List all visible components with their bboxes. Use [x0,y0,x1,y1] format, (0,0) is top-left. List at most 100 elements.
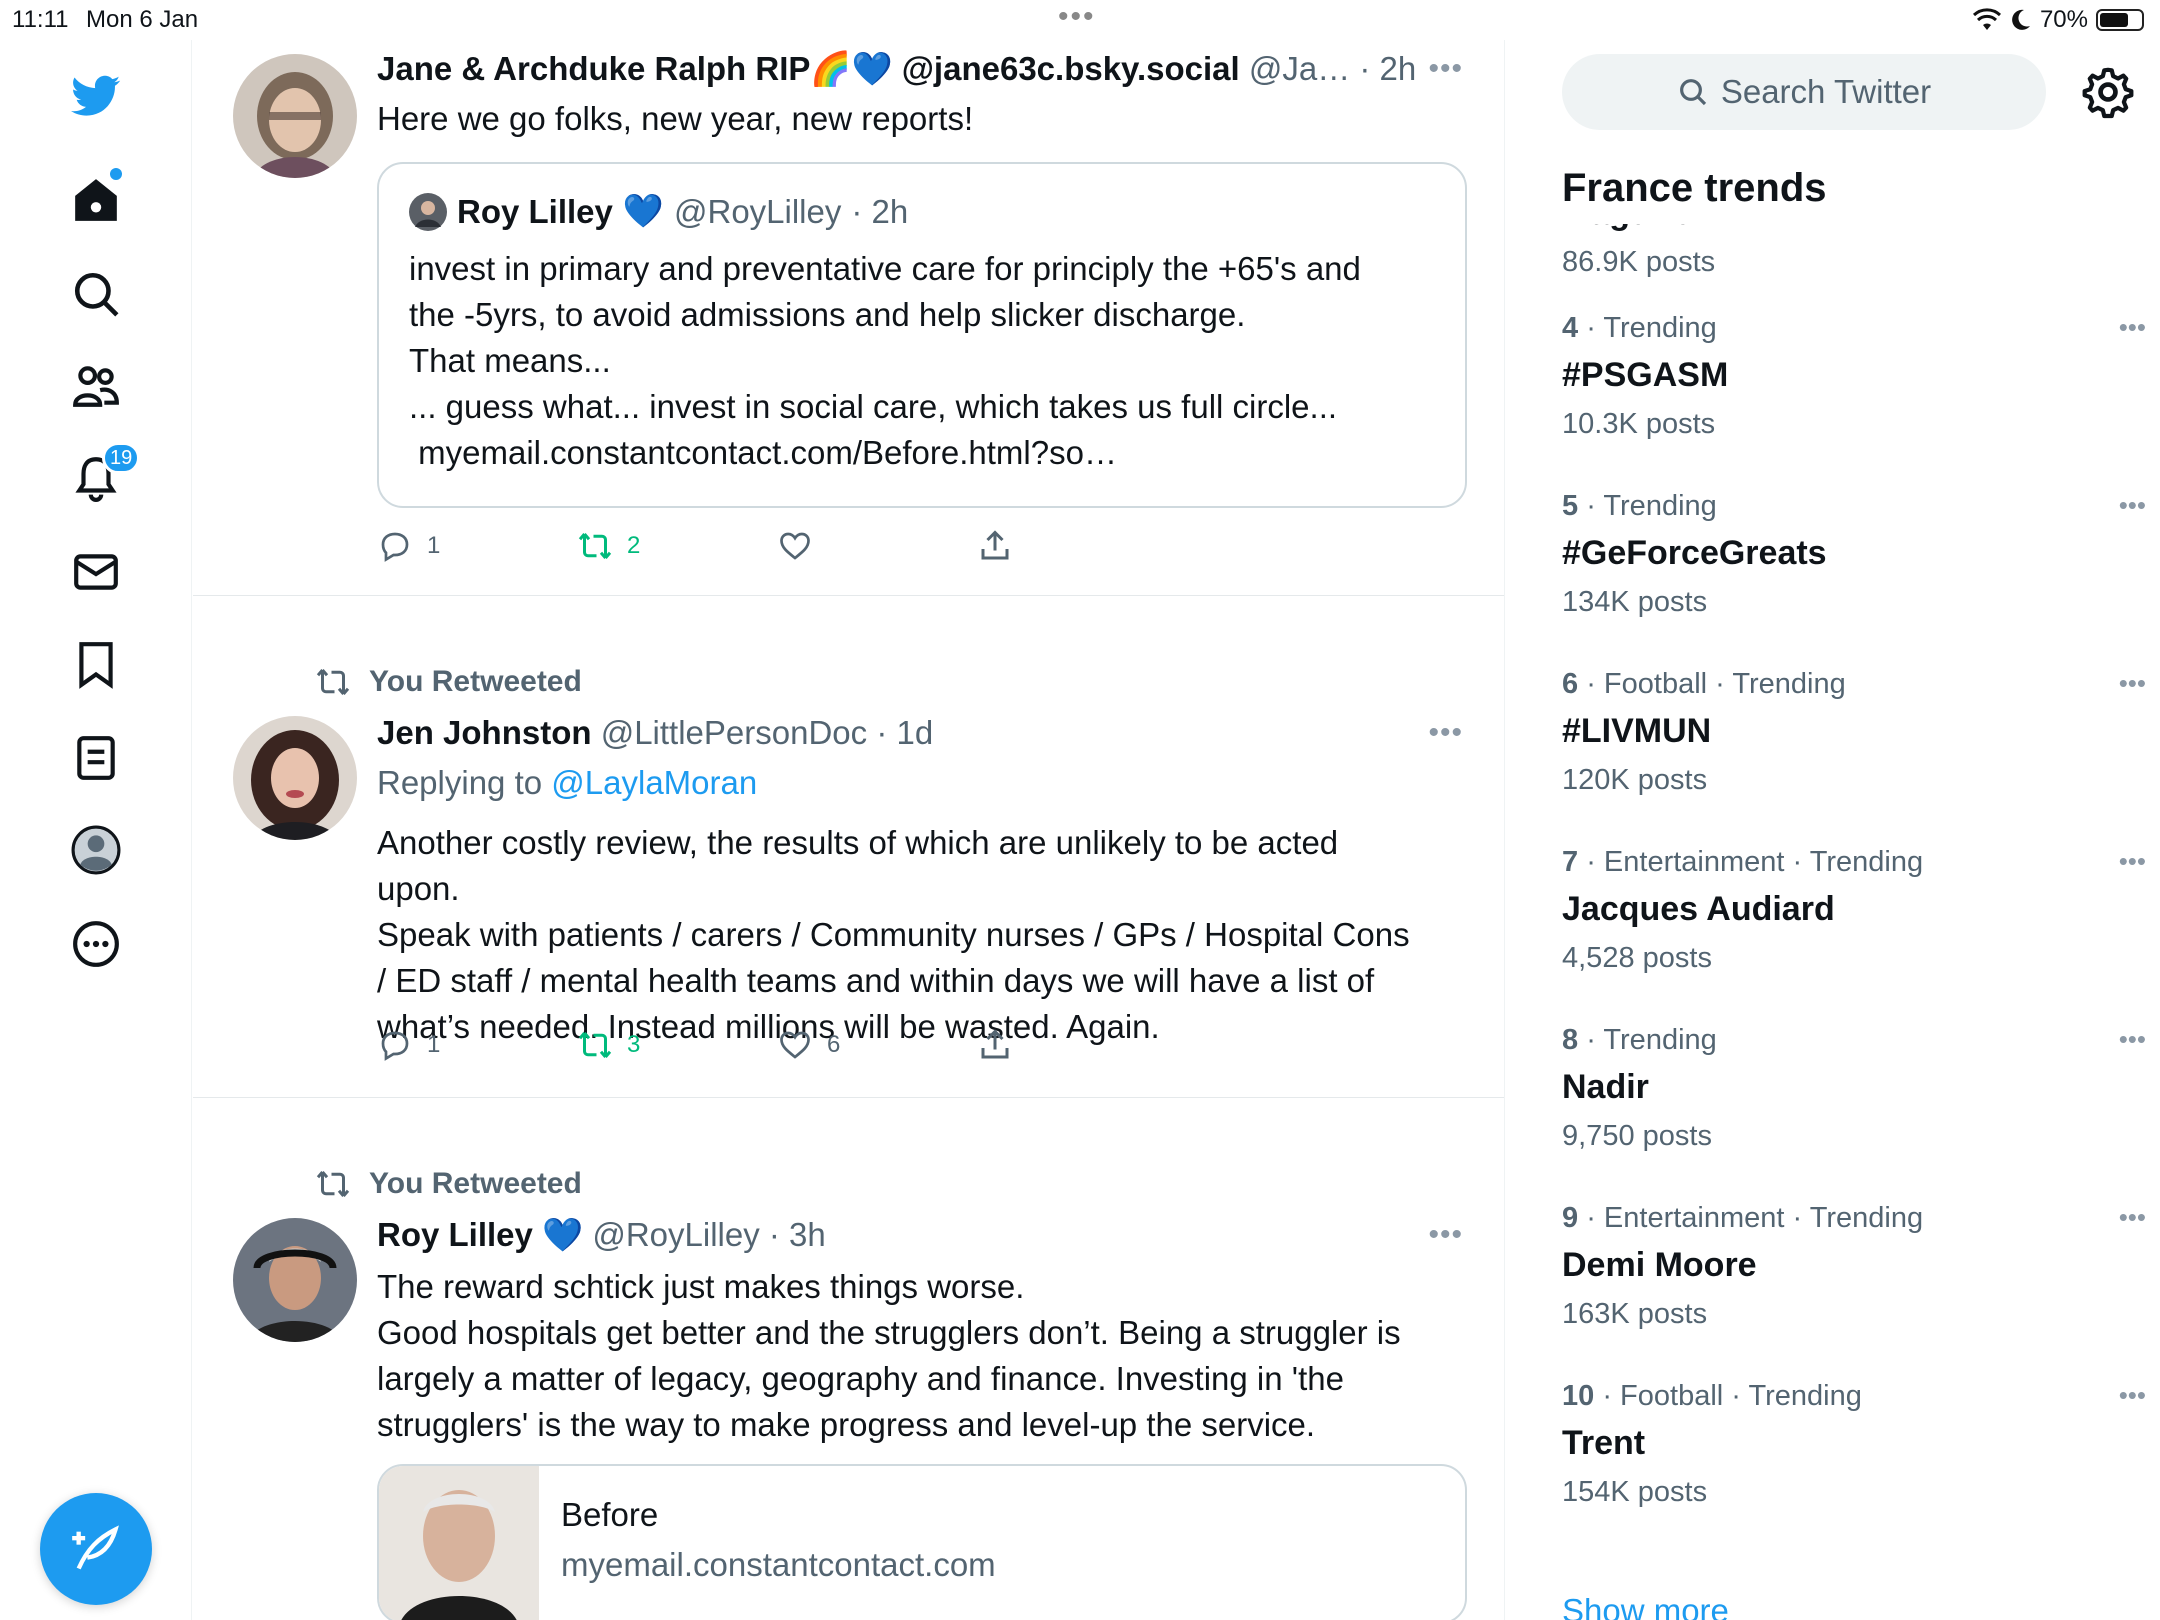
show-more-link[interactable]: Show more [1562,1592,1729,1620]
trend-item[interactable]: 7 · Entertainment · Trending Jacques Aud… [1562,846,2146,975]
trend-category: Trending [1603,490,1717,522]
tweet[interactable]: Jane & Archduke Ralph RIP🌈💙 @jane63c.bsk… [193,40,1504,596]
share-button[interactable] [977,528,1013,564]
share-button[interactable] [977,1027,1013,1063]
author-handle[interactable]: @LittlePersonDoc [601,714,867,751]
replying-prefix: Replying to [377,764,543,801]
trends-list: Maguire 86.9K posts 4 · Trending #PSGASM… [1506,224,2160,1620]
reply-icon [381,532,409,562]
retweet-icon [578,533,612,559]
communities-icon [73,366,119,407]
notifications-badge: 19 [102,442,141,474]
nav-more[interactable] [62,910,130,978]
quote-author[interactable]: Roy Lilley [457,193,613,231]
tweet-line: The reward schtick just makes things wor… [377,1268,1025,1305]
retweet-button[interactable]: 3 [577,1027,640,1063]
trend-more-icon[interactable]: ••• [2119,1380,2146,1411]
tweet-text: Another costly review, the results of wh… [377,820,1467,1050]
trend-meta: 5 · Trending [1562,490,1717,522]
author-handle-strong[interactable]: @jane63c.bsky.social [902,50,1240,87]
trend-item[interactable]: 8 · Trending Nadir 9,750 posts ••• [1562,1024,2146,1153]
trend-item[interactable]: 4 · Trending #PSGASM 10.3K posts ••• [1562,312,2146,441]
tweet-time[interactable]: · 1d [876,714,933,751]
trend-name: Demi Moore [1562,1246,1757,1284]
tweet-line: Speak with patients / carers / Community… [377,916,1410,953]
nav-messages[interactable] [62,538,130,606]
nav-notifications[interactable]: 19 [62,442,141,512]
trend-posts: 10.3K posts [1562,408,1716,440]
author-name[interactable]: Jane & Archduke Ralph RIP [377,50,810,87]
search-input[interactable]: Search Twitter [1562,54,2046,130]
avatar[interactable] [233,54,357,178]
trend-more-icon[interactable]: ••• [2119,312,2146,343]
feather-plus-icon [72,1525,119,1570]
status-time: 11:11 [12,6,69,33]
retweet-icon [578,1032,612,1058]
quote-line: That means... [409,342,611,379]
quote-line: the -5yrs, to avoid admissions and help … [409,296,1246,333]
trend-more-icon[interactable]: ••• [2119,490,2146,521]
trend-category: Football · Trending [1603,668,1846,700]
trend-item[interactable]: 5 · Trending #GeForceGreats 134K posts •… [1562,490,2146,619]
trend-item[interactable]: 9 · Entertainment · Trending Demi Moore … [1562,1202,2146,1331]
tweet[interactable]: You Retweeted Jen Johnston @LittlePerson… [193,596,1504,1098]
tweet-more-icon[interactable]: ••• [1428,1218,1463,1252]
retweeted-text: You Retweeted [369,1167,582,1200]
like-button[interactable]: 6 [777,1027,840,1063]
gear-icon[interactable] [2080,64,2136,120]
quote-time[interactable]: · 2h [851,193,908,231]
trend-posts: 120K posts [1562,764,1708,796]
link-card[interactable]: Before myemail.constantcontact.com [377,1464,1467,1620]
tweet-more-icon[interactable]: ••• [1428,716,1463,750]
quote-line: invest in primary and preventative care … [409,250,1361,287]
quote-tweet[interactable]: Roy Lilley 💙 @RoyLilley · 2h invest in p… [377,162,1467,508]
nav-communities[interactable] [62,352,130,420]
trend-name: #GeForceGreats [1562,534,1827,572]
twitter-logo[interactable] [62,62,130,130]
tweet-more-icon[interactable]: ••• [1428,52,1463,86]
tweet-actions: 1 3 6 [377,1027,1077,1067]
like-button[interactable] [777,528,827,564]
reply-button[interactable]: 1 [377,1027,440,1063]
nav-home[interactable] [62,166,130,234]
trend-category: Entertainment · Trending [1603,1202,1924,1234]
reply-button[interactable]: 1 [377,528,440,564]
author-name[interactable]: Roy Lilley [377,1216,533,1253]
nav-lists[interactable] [62,724,130,792]
trend-more-icon[interactable]: ••• [2119,846,2146,877]
compose-tweet-button[interactable] [40,1493,152,1605]
trend-more-icon[interactable]: ••• [2119,668,2146,699]
nav-profile[interactable] [62,816,130,884]
trend-more-icon[interactable]: ••• [2119,1202,2146,1233]
trends-title: France trends [1562,166,1827,210]
replying-to-link[interactable]: @LaylaMoran [551,764,757,801]
avatar[interactable] [233,716,357,840]
multitasking-dots[interactable]: ••• [1058,0,1096,34]
nav-explore[interactable] [62,260,130,328]
trend-item[interactable]: Maguire 86.9K posts [1562,224,2122,279]
tweet-time[interactable]: · 3h [769,1216,826,1253]
trend-more-icon[interactable]: ••• [2119,1024,2146,1055]
moon-icon [2012,9,2030,30]
reply-count: 1 [427,1031,441,1058]
trend-rank: 6 [1562,668,1579,700]
author-handle[interactable]: @Ja… [1249,50,1350,87]
quote-handle[interactable]: @RoyLilley [674,193,841,231]
avatar[interactable] [233,1218,357,1342]
tweet[interactable]: You Retweeted Roy Lilley 💙 @RoyLilley · … [193,1098,1504,1620]
author-name[interactable]: Jen Johnston [377,714,592,751]
nav-bookmarks[interactable] [62,630,130,698]
retweet-button[interactable]: 2 [577,528,640,564]
trend-item[interactable]: 6 · Football · Trending #LIVMUN 120K pos… [1562,668,2146,797]
retweet-small-icon [316,669,350,695]
trend-item[interactable]: 10 · Football · Trending Trent 154K post… [1562,1380,2146,1509]
trend-category: Entertainment · Trending [1603,846,1924,878]
quote-avatar[interactable] [409,192,447,231]
tweet-header: Jen Johnston @LittlePersonDoc · 1d [377,714,933,752]
home-icon [75,179,117,221]
search-icon [74,272,119,317]
trend-category: Trending [1603,312,1717,344]
tweet-line: upon. [377,870,460,907]
tweet-time[interactable]: · 2h [1359,50,1416,87]
author-handle[interactable]: @RoyLilley [592,1216,759,1253]
